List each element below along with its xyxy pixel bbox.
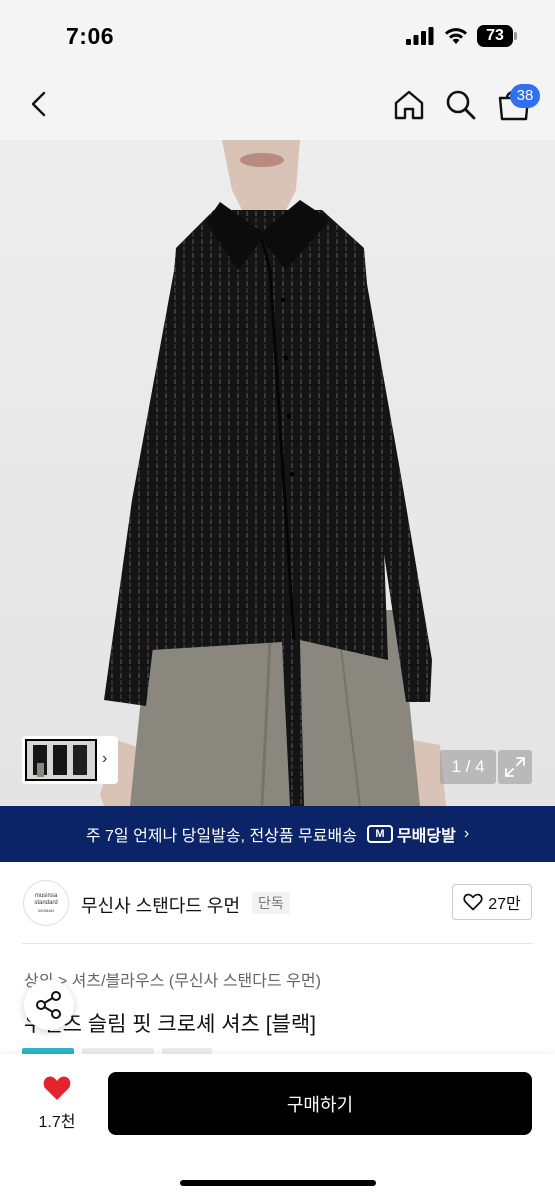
brand-row: musinsa standard WOMAN 무신사 스탠다드 우먼 단독 27… bbox=[0, 862, 555, 944]
share-button[interactable] bbox=[24, 980, 74, 1030]
thumbnail-strip[interactable]: › bbox=[22, 736, 118, 784]
exclusive-tag: 단독 bbox=[252, 892, 290, 914]
heart-filled-icon[interactable] bbox=[42, 1074, 72, 1102]
image-counter: 1 / 4 bbox=[440, 750, 496, 784]
back-icon[interactable] bbox=[24, 88, 56, 120]
cart-count-badge: 38 bbox=[510, 84, 540, 108]
brand-like-count: 27만 bbox=[488, 896, 521, 913]
delivery-mark-icon: M bbox=[366, 825, 393, 843]
search-icon[interactable] bbox=[443, 87, 479, 123]
free-delivery-label: 무배당발 bbox=[396, 828, 456, 845]
expand-icon[interactable] bbox=[498, 750, 532, 784]
product-photo bbox=[100, 140, 446, 806]
heart-outline-icon bbox=[463, 893, 483, 911]
wifi-icon bbox=[445, 28, 467, 44]
thumbnail-next-icon[interactable]: › bbox=[102, 750, 107, 768]
brand-name[interactable]: 무신사 스탠다드 우먼 bbox=[81, 892, 240, 918]
share-icon bbox=[36, 991, 61, 1019]
thumbnail-image[interactable] bbox=[25, 739, 97, 781]
cellular-signal-icon bbox=[406, 27, 434, 45]
battery-level: 73 bbox=[486, 27, 504, 44]
product-image-gallery[interactable]: › 1 / 4 bbox=[0, 140, 555, 806]
wishlist-count: 1.7천 bbox=[38, 1114, 76, 1131]
status-time: 7:06 bbox=[66, 23, 115, 49]
brand-logo[interactable]: musinsa standard WOMAN bbox=[23, 880, 69, 926]
top-nav-bar bbox=[0, 70, 555, 140]
home-indicator bbox=[180, 1180, 376, 1186]
brand-like-button[interactable]: 27만 bbox=[452, 884, 532, 920]
battery-indicator: 73 bbox=[477, 25, 517, 47]
buy-button[interactable]: 구매하기 bbox=[108, 1072, 532, 1135]
shipping-banner[interactable]: 주 7일 언제나 당일발송, 전상품 무료배송 M 무배당발 › bbox=[0, 806, 555, 862]
divider bbox=[22, 943, 533, 944]
chevron-right-icon: › bbox=[463, 825, 470, 842]
status-bar: 7:06 73 bbox=[0, 0, 555, 70]
home-icon[interactable] bbox=[391, 87, 427, 123]
shipping-text: 주 7일 언제나 당일발송, 전상품 무료배송 bbox=[85, 828, 357, 845]
free-delivery-logo: M 무배당발 bbox=[366, 822, 456, 846]
bottom-purchase-bar: 1.7천 구매하기 bbox=[0, 1054, 555, 1200]
